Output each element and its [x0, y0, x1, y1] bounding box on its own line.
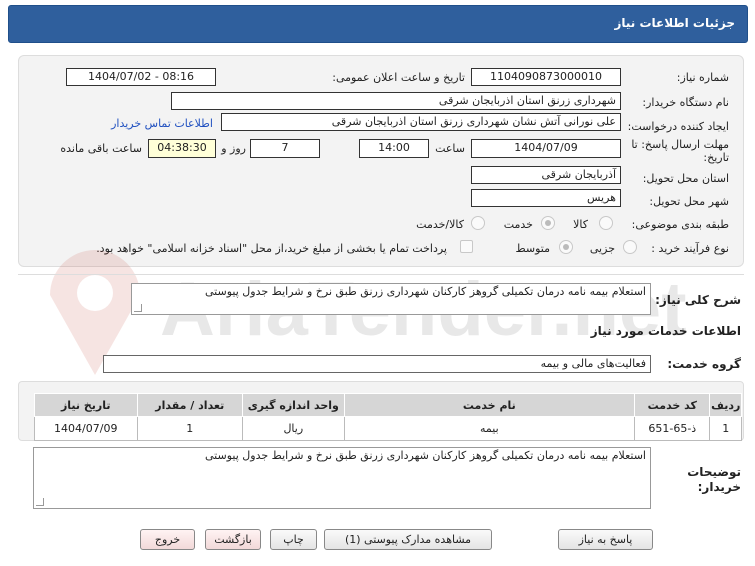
deadline-label: مهلت ارسال پاسخ: تا	[631, 138, 729, 151]
exit-button[interactable]: خروج	[140, 529, 195, 550]
info-panel	[18, 55, 744, 267]
summary-field: استعلام بیمه نامه درمان تکمیلی گروهز کار…	[131, 283, 651, 315]
services-table: ردیف کد خدمت نام خدمت واحد اندازه گیری ت…	[34, 393, 742, 441]
buyer-notes-field: استعلام بیمه نامه درمان تکمیلی گروهز کار…	[33, 447, 651, 509]
buyer-notes-label: توضیحات	[687, 465, 741, 479]
cell-service-name: بیمه	[343, 416, 636, 441]
attachments-button[interactable]: مشاهده مدارک پیوستی (1)	[324, 529, 492, 550]
need-number-field: 1104090873000010	[471, 68, 621, 86]
col-need-date: تاریخ نیاز	[34, 393, 138, 417]
col-row-number: ردیف	[709, 393, 742, 417]
col-quantity: تعداد / مقدار	[136, 393, 244, 417]
summary-text: استعلام بیمه نامه درمان تکمیلی گروهز کار…	[205, 285, 646, 298]
contact-info-link[interactable]: اطلاعات تماس خریدار	[111, 117, 213, 130]
category-radio-goods-service[interactable]	[471, 216, 485, 230]
days-label: روز و	[221, 142, 246, 155]
service-group-label: گروه خدمت:	[667, 357, 741, 371]
cell-need-date: 1404/07/09	[34, 416, 138, 441]
province-label: استان محل تحویل:	[642, 172, 729, 185]
process-radio-medium[interactable]	[559, 240, 573, 254]
announce-label: تاریخ و ساعت اعلان عمومی:	[332, 71, 465, 84]
deadline-time-field: 14:00	[359, 139, 429, 158]
print-button[interactable]: چاپ	[270, 529, 317, 550]
buyer-notes-label-2: خریدار:	[697, 480, 741, 494]
payment-note: پرداخت تمام یا بخشی از مبلغ خرید،از محل …	[96, 242, 447, 255]
category-radio-goods[interactable]	[599, 216, 613, 230]
process-option-medium: متوسط	[515, 242, 550, 255]
buyer-org-field: شهرداری زرنق استان اذربایجان شرقی	[171, 92, 621, 110]
city-field: هریس	[471, 189, 621, 207]
col-unit: واحد اندازه گیری	[242, 393, 345, 417]
city-label: شهر محل تحویل:	[649, 195, 729, 208]
reply-button[interactable]: پاسخ به نیاز	[558, 529, 653, 550]
cell-row-number: 1	[709, 416, 742, 441]
time-label: ساعت	[435, 142, 465, 155]
remaining-time-field: 04:38:30	[148, 139, 216, 158]
page-title: جزئیات اطلاعات نیاز	[614, 16, 735, 30]
title-bar: جزئیات اطلاعات نیاز	[8, 5, 748, 43]
need-number-label: شماره نیاز:	[676, 71, 729, 84]
buyer-org-label: نام دستگاه خریدار:	[642, 96, 729, 109]
category-radio-service[interactable]	[541, 216, 555, 230]
category-option-service: خدمت	[503, 218, 533, 231]
resize-grip-icon[interactable]	[134, 304, 142, 312]
announce-field: 1404/07/02 - 08:16	[66, 68, 216, 86]
col-service-code: کد خدمت	[634, 393, 711, 417]
process-radio-minor[interactable]	[623, 240, 637, 254]
cell-service-code: ذ-65-651	[634, 416, 711, 441]
table-header-row: ردیف کد خدمت نام خدمت واحد اندازه گیری ت…	[34, 393, 742, 417]
treasury-checkbox[interactable]	[460, 240, 473, 253]
resize-grip-icon[interactable]	[36, 498, 44, 506]
days-field: 7	[250, 139, 320, 158]
services-title: اطلاعات خدمات مورد نیاز	[590, 324, 741, 338]
summary-label: شرح کلی نیاز:	[655, 293, 741, 307]
category-label: طبقه بندی موضوعی:	[631, 218, 729, 231]
process-option-minor: جزیی	[589, 242, 615, 255]
province-field: آذربایجان شرقی	[471, 166, 621, 184]
remaining-label: ساعت باقی مانده	[60, 142, 142, 155]
table-row: 1 ذ-65-651 بیمه ریال 1 1404/07/09	[34, 416, 742, 441]
deadline-date-field: 1404/07/09	[471, 139, 621, 158]
col-service-name: نام خدمت	[343, 393, 636, 417]
creator-field: علی نورانی آتش نشان شهرداری زرنق استان ا…	[221, 113, 621, 131]
cell-quantity: 1	[136, 416, 244, 441]
category-option-goods: کالا	[573, 218, 588, 231]
process-label: نوع فرآیند خرید :	[651, 242, 729, 255]
buyer-notes-text: استعلام بیمه نامه درمان تکمیلی گروهز کار…	[205, 449, 646, 462]
creator-label: ایجاد کننده درخواست:	[627, 120, 729, 133]
cell-unit: ریال	[242, 416, 345, 441]
deadline-label-2: تاریخ:	[703, 151, 729, 164]
service-group-field: فعالیت‌های مالی و بیمه	[103, 355, 651, 373]
back-button[interactable]: بازگشت	[205, 529, 261, 550]
category-option-goods-service: کالا/خدمت	[416, 218, 464, 231]
